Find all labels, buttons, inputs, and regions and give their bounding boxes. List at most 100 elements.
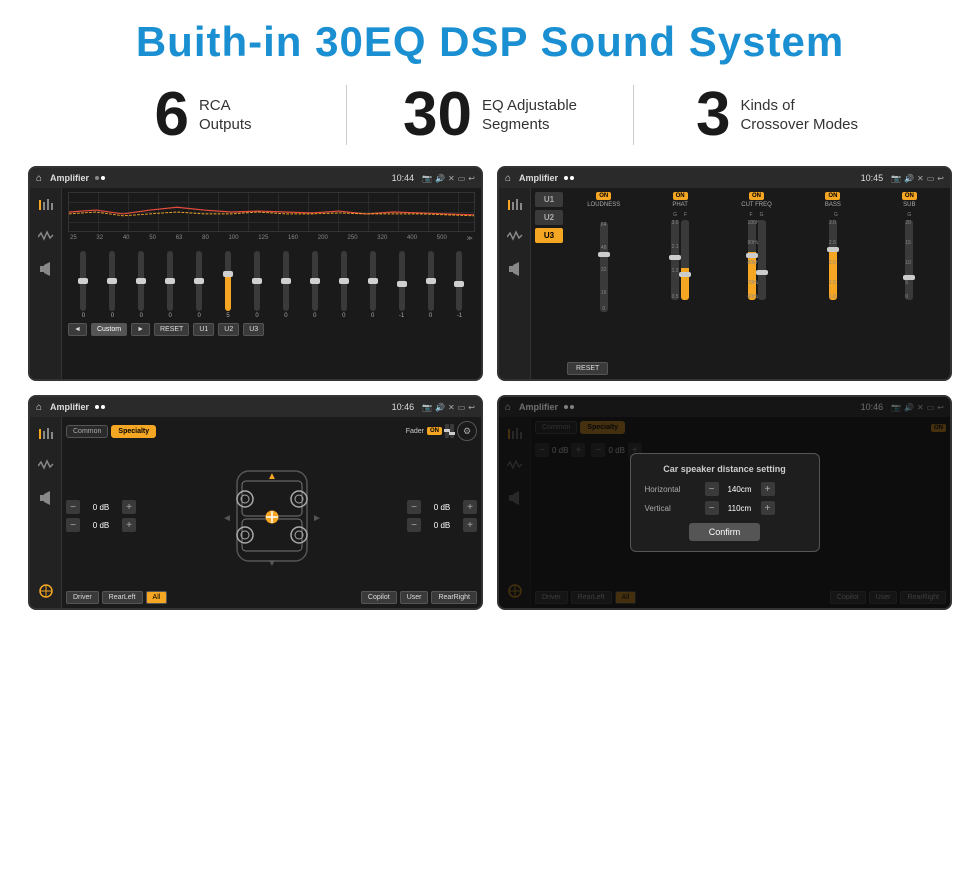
eq-slider-3[interactable]: 0 [157,251,184,319]
db-value-fl: 0 dB [83,503,119,512]
crossover-time: 10:45 [861,173,884,183]
db-control-rr: − 0 dB + [407,518,477,532]
db-minus-rl[interactable]: − [66,518,80,532]
stat-crossover: 3 Kinds ofCrossover Modes [634,84,920,146]
eq-slider-1[interactable]: 0 [99,251,126,319]
stat-label-rca: RCAOutputs [199,96,252,135]
waveform-icon-2[interactable] [504,228,526,246]
loudness-on[interactable]: ON [596,192,611,200]
fader-bottom-row: Driver RearLeft All Copilot User RearRig… [66,591,477,604]
home-icon-3[interactable]: ⌂ [36,402,42,413]
back-icon[interactable]: ↩ [468,174,475,183]
eq-play-btn[interactable]: ► [131,323,150,336]
speaker-icon-3[interactable] [35,489,57,507]
eq-u2-btn[interactable]: U2 [218,323,239,336]
cutfreq-on[interactable]: ON [749,192,764,200]
db-plus-fr[interactable]: + [463,500,477,514]
eq-slider-8[interactable]: 0 [301,251,328,319]
waveform-icon[interactable] [35,228,57,246]
stat-eq: 30 EQ AdjustableSegments [347,84,633,146]
eq-prev-btn[interactable]: ◄ [68,323,87,336]
eq-slider-13[interactable]: -1 [446,251,473,319]
settings-circle[interactable]: ⚙ [457,421,477,441]
bass-on[interactable]: ON [825,192,840,200]
fader-sliders [445,424,454,438]
crossover-reset-btn[interactable]: RESET [567,362,608,375]
fader-content: Common Specialty Fader ON ⚙ [30,417,481,608]
db-minus-rr[interactable]: − [407,518,421,532]
eq-slider-2[interactable]: 0 [128,251,155,319]
eq-slider-9[interactable]: 0 [330,251,357,319]
svg-text:▲: ▲ [267,471,277,482]
eq-slider-0[interactable]: 0 [70,251,97,319]
db-plus-rl[interactable]: + [122,518,136,532]
stat-label-eq: EQ AdjustableSegments [482,96,577,135]
btn-copilot[interactable]: Copilot [361,591,397,604]
tab-common[interactable]: Common [66,425,108,438]
eq-slider-6[interactable]: 0 [244,251,271,319]
btn-all[interactable]: All [146,591,168,604]
eq-slider-5[interactable]: 5 [215,251,242,319]
eq-filter-icon[interactable] [35,196,57,214]
db-value-rl: 0 dB [83,521,119,530]
db-plus-fl[interactable]: + [122,500,136,514]
back-icon-2[interactable]: ↩ [937,174,944,183]
eq-slider-11[interactable]: -1 [388,251,415,319]
eq-reset-btn[interactable]: RESET [154,323,189,336]
stat-label-crossover: Kinds ofCrossover Modes [740,96,858,135]
confirm-button[interactable]: Confirm [689,523,761,541]
eq-freq-labels: 25 32 40 50 63 80 100 125 160 200 250 32… [68,235,475,242]
fader-time: 10:46 [392,402,415,412]
stat-number-eq: 30 [403,84,472,146]
fader-on-badge[interactable]: ON [427,427,442,435]
topbar-dots-3 [95,405,105,409]
tab-specialty[interactable]: Specialty [111,425,156,438]
distance-dialog: Car speaker distance setting Horizontal … [630,453,820,552]
btn-rear-right[interactable]: RearRight [431,591,477,604]
eq-sidebar [30,188,62,379]
speaker-icon[interactable] [35,260,57,278]
eq-slider-12[interactable]: 0 [417,251,444,319]
dialog-title: Car speaker distance setting [645,464,805,474]
stat-rca: 6 RCAOutputs [60,84,346,146]
back-icon-3[interactable]: ↩ [468,403,475,412]
db-plus-rr[interactable]: + [463,518,477,532]
svg-text:▼: ▼ [267,558,277,569]
eq-slider-7[interactable]: 0 [272,251,299,319]
topbar-dots [95,176,105,180]
crossover-topbar: ⌂ Amplifier 10:45 📷 🔊 ✕ ▭ ↩ [499,168,950,188]
btn-user[interactable]: User [400,591,429,604]
db-minus-fl[interactable]: − [66,500,80,514]
preset-u2[interactable]: U2 [535,210,563,225]
eq-u1-btn[interactable]: U1 [193,323,214,336]
db-minus-fr[interactable]: − [407,500,421,514]
dialog-vertical-minus[interactable]: − [705,501,719,515]
btn-rear-left[interactable]: RearLeft [102,591,143,604]
dialog-horizontal-plus[interactable]: + [761,482,775,496]
eq-slider-10[interactable]: 0 [359,251,386,319]
speaker-icon-2[interactable] [504,260,526,278]
preset-u3[interactable]: U3 [535,228,563,243]
home-icon[interactable]: ⌂ [36,173,42,184]
home-icon-2[interactable]: ⌂ [505,173,511,184]
phat-on[interactable]: ON [673,192,688,200]
dialog-vertical-plus[interactable]: + [761,501,775,515]
volume-icon: 🔊 [435,174,445,183]
crossover-title: Amplifier [519,173,558,183]
balance-icon[interactable] [35,582,57,600]
waveform-icon-3[interactable] [35,457,57,475]
dialog-horizontal-minus[interactable]: − [705,482,719,496]
stat-number-crossover: 3 [696,84,730,146]
rect-icon: ▭ [458,174,466,183]
eq-u3-btn[interactable]: U3 [243,323,264,336]
preset-u1[interactable]: U1 [535,192,563,207]
camera-icon-2: 📷 [891,174,901,183]
db-control-fl: − 0 dB + [66,500,136,514]
screen-crossover: ⌂ Amplifier 10:45 📷 🔊 ✕ ▭ ↩ [497,166,952,381]
btn-driver[interactable]: Driver [66,591,99,604]
eq-filter-icon-3[interactable] [35,425,57,443]
sub-on[interactable]: ON [902,192,917,200]
x-icon-2: ✕ [917,174,924,183]
eq-filter-icon-2[interactable] [504,196,526,214]
eq-slider-4[interactable]: 0 [186,251,213,319]
